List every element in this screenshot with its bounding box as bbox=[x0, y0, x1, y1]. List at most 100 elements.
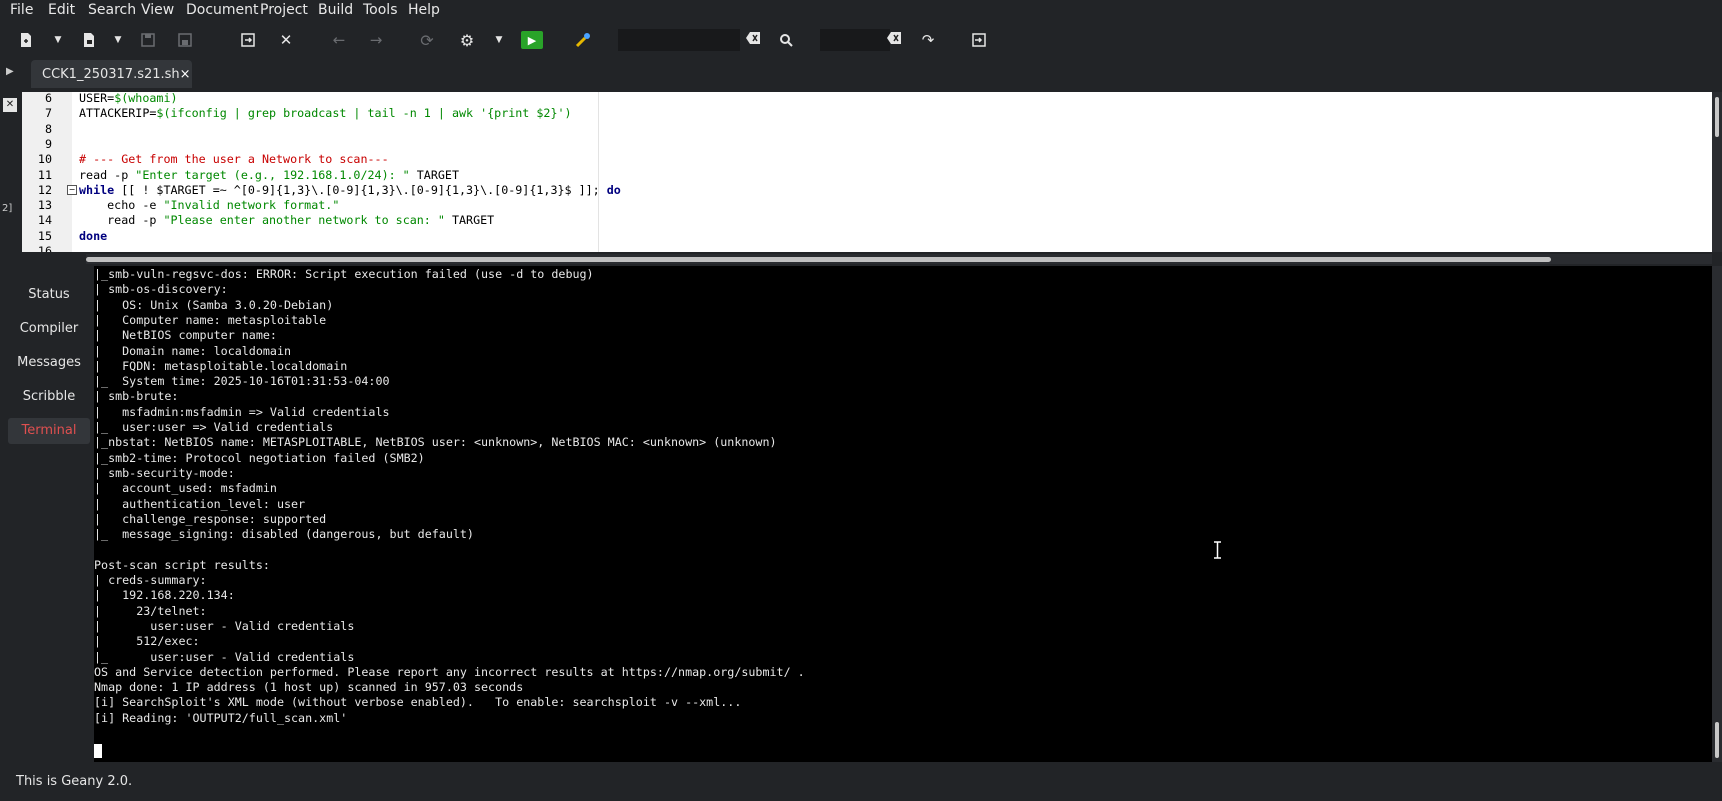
line-number: 14 bbox=[37, 213, 52, 228]
menu-build[interactable]: Build bbox=[318, 2, 353, 18]
reload-icon[interactable]: ⟳ bbox=[417, 30, 437, 50]
terminal-line: | 512/exec: bbox=[94, 634, 200, 649]
line-number: 10 bbox=[37, 152, 52, 167]
strip-label: 2] bbox=[2, 203, 13, 214]
terminal-line: | msfadmin:msfadmin => Valid credentials bbox=[94, 404, 390, 419]
settings-dropdown-icon[interactable]: ▼ bbox=[489, 30, 509, 50]
sidebar-close-icon[interactable]: ✕ bbox=[3, 98, 17, 112]
settings-gear-icon[interactable]: ⚙ bbox=[457, 30, 477, 50]
terminal-scroll-thumb[interactable] bbox=[1715, 722, 1719, 758]
code-line: 11 read -p "Enter target (e.g., 192.168.1… bbox=[22, 168, 1712, 183]
document-tab-bar bbox=[0, 60, 1722, 90]
jump-to-line-icon[interactable]: ↷ bbox=[918, 30, 938, 50]
terminal-line: | user:user - Valid credentials bbox=[94, 618, 355, 633]
save-all-icon[interactable] bbox=[175, 30, 195, 50]
menu-bar: File Edit Search View Document Project Build To… bbox=[0, 0, 1722, 20]
clear-search-icon[interactable] bbox=[746, 32, 760, 46]
terminal-line: | 23/telnet: bbox=[94, 603, 207, 618]
terminal-line: | smb-security-mode: bbox=[94, 465, 235, 480]
forward-arrow-icon[interactable]: → bbox=[366, 30, 386, 50]
code-text: done bbox=[79, 229, 107, 244]
terminal-line: | smb-brute: bbox=[94, 389, 179, 404]
sidebar-toggle-icon[interactable]: ▶ bbox=[6, 66, 14, 77]
code-line: 16 bbox=[22, 244, 1712, 252]
code-line: 10 # --- Get from the user a Network to s… bbox=[22, 152, 1712, 167]
terminal-output[interactable]: |_smb-vuln-regsvc-dos: ERROR: Script exe… bbox=[94, 266, 1712, 762]
code-token: read -p bbox=[79, 213, 164, 228]
color-picker-icon[interactable] bbox=[573, 30, 593, 50]
editor-vertical-scrollbar[interactable] bbox=[1712, 92, 1722, 252]
terminal-line: | NetBIOS computer name: bbox=[94, 328, 277, 343]
close-file-icon[interactable]: ✕ bbox=[276, 30, 296, 50]
tab-document[interactable]: CCK1_250317.s21.sh × bbox=[31, 60, 192, 88]
code-editor[interactable]: − 6 USER=$(whoami) 7 ATTACKERIP=$(ifconfig … bbox=[22, 92, 1712, 252]
terminal-line: | 192.168.220.134: bbox=[94, 588, 235, 603]
line-number: 16 bbox=[37, 244, 52, 252]
editor-hscroll-thumb[interactable] bbox=[86, 257, 1551, 262]
quit-icon[interactable] bbox=[969, 30, 989, 50]
terminal-line: |_ System time: 2025-10-16T01:31:53-04:0… bbox=[94, 374, 390, 389]
new-file-icon[interactable] bbox=[16, 30, 36, 50]
code-token: ATTACKERIP= bbox=[79, 106, 157, 121]
tab-compiler[interactable]: Compiler bbox=[8, 316, 90, 342]
code-text: echo -e "Invalid network format." bbox=[79, 198, 339, 213]
line-number: 9 bbox=[44, 136, 52, 151]
code-text: read -p "Please enter another network to… bbox=[79, 213, 494, 228]
terminal-line: | Domain name: localdomain bbox=[94, 343, 292, 358]
back-arrow-icon[interactable]: ← bbox=[329, 30, 349, 50]
menu-view[interactable]: View bbox=[141, 2, 174, 18]
search-icon[interactable] bbox=[776, 30, 796, 50]
editor-horizontal-scrollbar[interactable] bbox=[86, 254, 1712, 264]
line-number: 12 bbox=[37, 182, 52, 197]
code-token: read -p bbox=[79, 167, 136, 182]
menu-document[interactable]: Document bbox=[186, 2, 259, 18]
line-number: 8 bbox=[44, 121, 52, 136]
menu-edit[interactable]: Edit bbox=[48, 2, 75, 18]
clear-goto-icon[interactable] bbox=[887, 32, 901, 46]
tab-status[interactable]: Status bbox=[8, 282, 90, 308]
code-token: echo -e bbox=[79, 198, 164, 213]
revert-icon[interactable] bbox=[238, 30, 258, 50]
terminal-line: | Computer name: metasploitable bbox=[94, 312, 327, 327]
code-token: do bbox=[606, 182, 621, 197]
terminal-line: |_smb2-time: Protocol negotiation failed… bbox=[94, 450, 425, 465]
terminal-line: | authentication_level: user bbox=[94, 496, 306, 511]
code-text: while [[ ! $TARGET =~ ^[0-9]{1,3}\.[0-9]… bbox=[79, 183, 621, 198]
run-icon[interactable]: ▶ bbox=[521, 31, 543, 49]
tab-scribble[interactable]: Scribble bbox=[8, 384, 90, 410]
tab-messages[interactable]: Messages bbox=[8, 350, 90, 376]
terminal-line: | creds-summary: bbox=[94, 573, 207, 587]
terminal-line: Nmap done: 1 IP address (1 host up) scan… bbox=[94, 680, 524, 695]
line-number: 13 bbox=[37, 198, 52, 213]
code-token: TARGET bbox=[444, 213, 495, 228]
code-token: $(ifconfig | grep broadcast | tail -n 1 … bbox=[156, 106, 572, 121]
toolbar: ▼ ▼ ✕ ← → ⟳ ⚙ ▼ ▶ ↷ bbox=[0, 22, 1722, 58]
code-token: # --- Get from the user a Network to sca… bbox=[79, 152, 389, 167]
save-icon[interactable] bbox=[138, 30, 158, 50]
new-dropdown-icon[interactable]: ▼ bbox=[48, 30, 68, 50]
goto-line-input[interactable] bbox=[820, 29, 890, 51]
tab-terminal[interactable]: Terminal bbox=[8, 418, 90, 444]
menu-search[interactable]: Search bbox=[88, 2, 136, 18]
menu-project[interactable]: Project bbox=[260, 2, 308, 18]
menu-help[interactable]: Help bbox=[408, 2, 440, 18]
terminal-line: |_ user:user => Valid credentials bbox=[94, 420, 334, 434]
terminal-line: | account_used: msfadmin bbox=[94, 481, 277, 496]
code-token: $(whoami) bbox=[114, 92, 178, 105]
open-dropdown-icon[interactable]: ▼ bbox=[108, 30, 128, 50]
code-line: 6 USER=$(whoami) bbox=[22, 92, 1712, 106]
editor-scroll-thumb[interactable] bbox=[1715, 97, 1719, 137]
open-file-icon[interactable] bbox=[79, 30, 99, 50]
code-token: "Please enter another network to scan: " bbox=[163, 213, 445, 228]
terminal-line: | OS: Unix (Samba 3.0.20-Debian) bbox=[94, 297, 334, 312]
code-line: 7 ATTACKERIP=$(ifconfig | grep broadcast … bbox=[22, 106, 1712, 121]
terminal-line: | smb-os-discovery: bbox=[94, 282, 228, 297]
terminal-scrollbar[interactable] bbox=[1712, 266, 1722, 762]
code-line: 8 bbox=[22, 122, 1712, 137]
search-input[interactable] bbox=[618, 29, 740, 51]
tab-close-icon[interactable]: × bbox=[180, 67, 191, 82]
menu-file[interactable]: File bbox=[10, 2, 33, 18]
tab-label: CCK1_250317.s21.sh bbox=[42, 66, 180, 82]
terminal-line: [i] Reading: 'OUTPUT2/full_scan.xml' bbox=[94, 710, 348, 725]
menu-tools[interactable]: Tools bbox=[363, 2, 398, 18]
